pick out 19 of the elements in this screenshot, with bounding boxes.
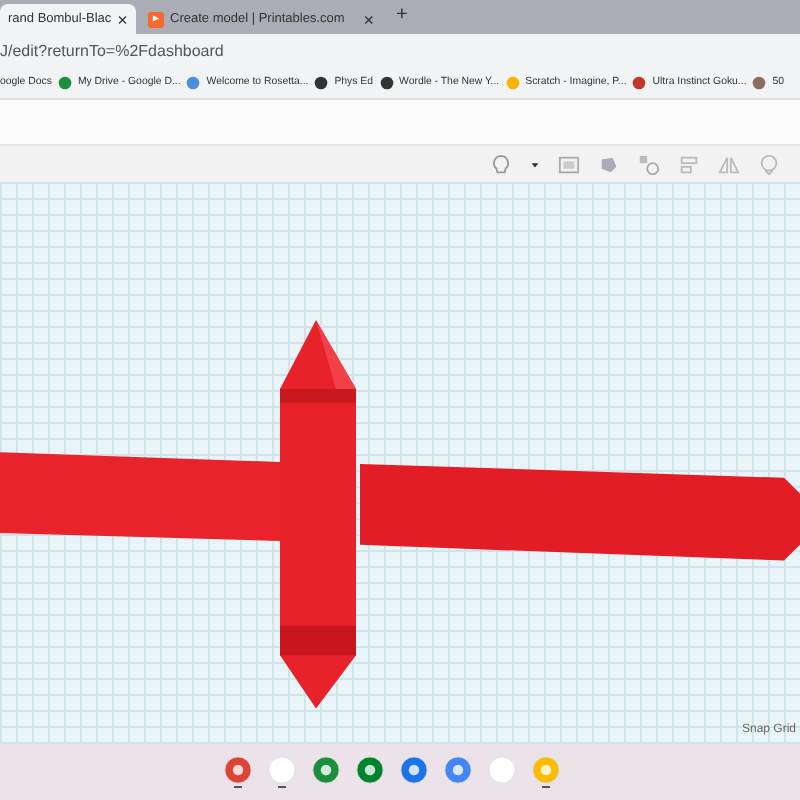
new-tab-button[interactable]: + bbox=[388, 4, 416, 34]
shape-icon[interactable] bbox=[598, 153, 620, 175]
lightbulb-icon[interactable] bbox=[490, 153, 512, 175]
bookmark-icon bbox=[379, 75, 394, 89]
mirror-icon[interactable] bbox=[718, 153, 740, 175]
group-icon[interactable] bbox=[638, 153, 660, 175]
close-icon[interactable]: × bbox=[117, 9, 130, 29]
cross-shape-drawing[interactable] bbox=[0, 320, 800, 709]
align-icon[interactable] bbox=[678, 153, 700, 175]
note-icon[interactable] bbox=[558, 153, 580, 175]
caret-icon[interactable] bbox=[530, 159, 540, 169]
bookmark-icon bbox=[314, 75, 329, 89]
bookmark-icon bbox=[57, 75, 72, 89]
bookmark-icon bbox=[632, 75, 647, 89]
bookmark-icon bbox=[752, 75, 767, 89]
address-bar[interactable]: J/edit?returnTo=%2Fdashboard bbox=[0, 41, 224, 59]
close-icon[interactable]: × bbox=[363, 9, 376, 29]
bookmark-icon bbox=[186, 75, 201, 89]
bookmark-icon bbox=[505, 75, 520, 89]
